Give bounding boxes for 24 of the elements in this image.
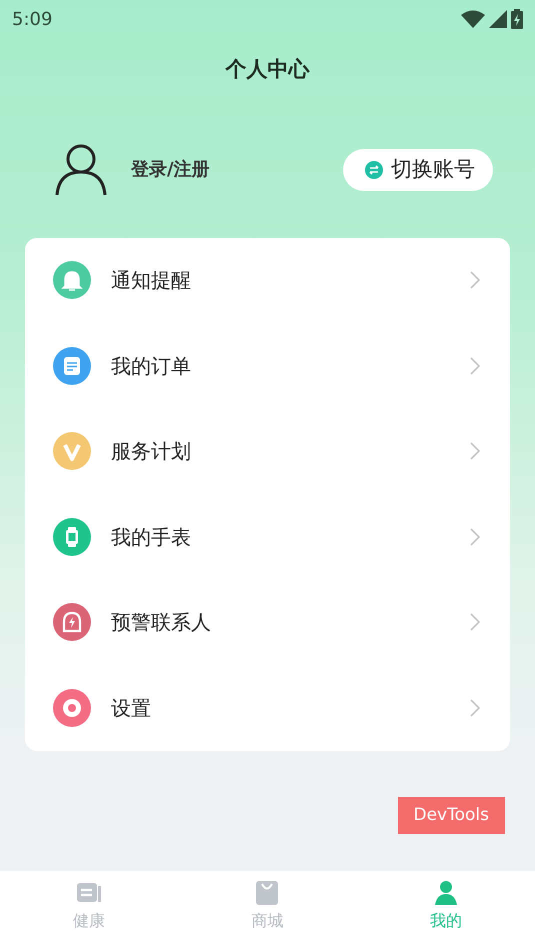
menu-item[interactable]: 通知提醒 xyxy=(25,238,510,323)
chevron-icon xyxy=(470,698,480,717)
news-icon xyxy=(77,881,102,905)
chevron-icon xyxy=(470,271,480,290)
shopping-bag-icon xyxy=(255,881,280,905)
wifi-icon xyxy=(461,10,485,28)
signal-icon xyxy=(489,10,507,28)
menu-item[interactable]: 我的手表 xyxy=(25,494,510,580)
swap-icon xyxy=(365,160,383,178)
user-icon xyxy=(55,142,107,196)
chevron-icon xyxy=(470,528,480,546)
menu-item[interactable]: 我的订单 xyxy=(25,323,510,408)
page-title: 个人中心 xyxy=(224,56,311,83)
clock: 5:09 xyxy=(12,8,52,32)
login-link[interactable]: 登录/注册 xyxy=(131,156,210,183)
battery-icon xyxy=(511,9,523,29)
chevron-icon xyxy=(470,613,480,632)
chevron-icon xyxy=(470,356,480,375)
switch-account-button[interactable]: 切换账号 xyxy=(343,148,493,190)
menu-item[interactable]: 设置 xyxy=(25,665,510,750)
menu-item[interactable]: 服务计划 xyxy=(25,408,510,494)
person-icon xyxy=(434,881,458,905)
menu-item[interactable]: 预警联系人 xyxy=(25,580,510,665)
chevron-icon xyxy=(470,442,480,460)
